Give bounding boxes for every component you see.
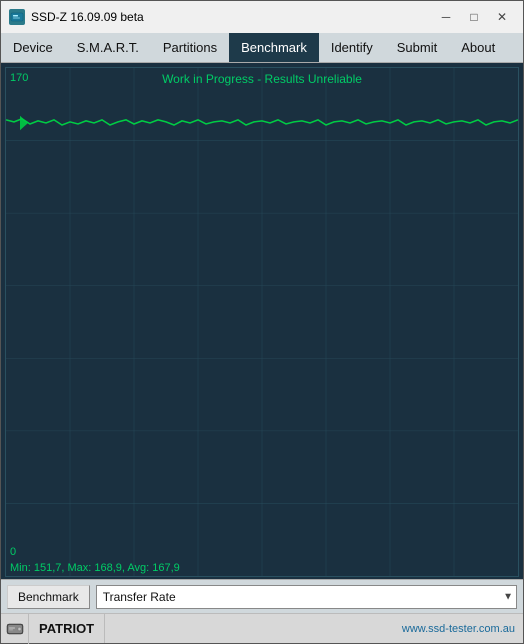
transfer-rate-select[interactable]: Transfer Rate Sequential Read Sequential… bbox=[96, 585, 517, 609]
status-bar: PATRIOT www.ssd-tester.com.au bbox=[1, 613, 523, 643]
minimize-button[interactable]: ─ bbox=[433, 6, 459, 28]
menu-bar: Device S.M.A.R.T. Partitions Benchmark I… bbox=[1, 33, 523, 63]
main-window: SSD-Z 16.09.09 beta ─ □ ✕ Device S.M.A.R… bbox=[0, 0, 524, 644]
drive-icon bbox=[6, 620, 24, 638]
bottom-controls: Benchmark Transfer Rate Sequential Read … bbox=[1, 579, 523, 613]
status-drive-name: PATRIOT bbox=[29, 614, 105, 643]
menu-item-benchmark[interactable]: Benchmark bbox=[229, 33, 319, 62]
chart-stats: Min: 151,7, Max: 168,9, Avg: 167,9 bbox=[10, 562, 180, 574]
app-icon bbox=[9, 9, 25, 25]
chart-svg bbox=[6, 68, 518, 576]
menu-item-about[interactable]: About bbox=[449, 33, 507, 62]
status-url: www.ssd-tester.com.au bbox=[394, 623, 523, 635]
close-button[interactable]: ✕ bbox=[489, 6, 515, 28]
window-title: SSD-Z 16.09.09 beta bbox=[31, 10, 433, 24]
window-controls: ─ □ ✕ bbox=[433, 6, 515, 28]
chart-title: Work in Progress - Results Unreliable bbox=[162, 72, 362, 86]
menu-item-submit[interactable]: Submit bbox=[385, 33, 449, 62]
status-drive-icon bbox=[1, 614, 29, 644]
main-content: 170 Work in Progress - Results Unreliabl… bbox=[1, 63, 523, 613]
menu-item-smart[interactable]: S.M.A.R.T. bbox=[65, 33, 151, 62]
menu-item-partitions[interactable]: Partitions bbox=[151, 33, 229, 62]
menu-item-device[interactable]: Device bbox=[1, 33, 65, 62]
menu-item-identify[interactable]: Identify bbox=[319, 33, 385, 62]
chart-y-min: 0 bbox=[10, 546, 16, 558]
title-bar: SSD-Z 16.09.09 beta ─ □ ✕ bbox=[1, 1, 523, 33]
chart-area: 170 Work in Progress - Results Unreliabl… bbox=[5, 67, 519, 577]
maximize-button[interactable]: □ bbox=[461, 6, 487, 28]
benchmark-button[interactable]: Benchmark bbox=[7, 585, 90, 609]
transfer-rate-select-wrapper: Transfer Rate Sequential Read Sequential… bbox=[96, 585, 517, 609]
